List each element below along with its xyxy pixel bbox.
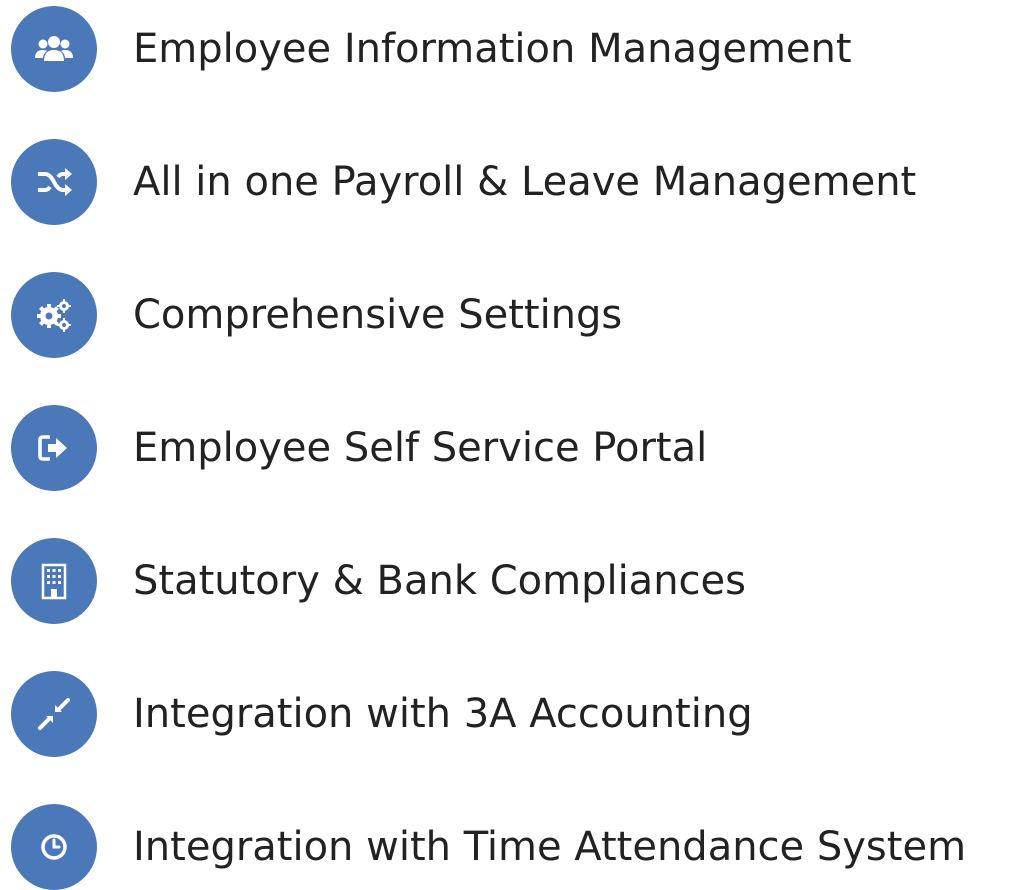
gears-icon [11,272,97,358]
feature-item-employee-information: Employee Information Management [11,6,852,92]
feature-label: Integration with 3A Accounting [133,691,753,737]
users-icon [11,6,97,92]
feature-label: Employee Information Management [133,26,852,72]
feature-item-statutory-bank: Statutory & Bank Compliances [11,538,746,624]
feature-label: Comprehensive Settings [133,292,623,338]
feature-label: Employee Self Service Portal [133,425,708,471]
feature-item-comprehensive-settings: Comprehensive Settings [11,272,622,358]
shuffle-icon [11,139,97,225]
feature-item-self-service-portal: Employee Self Service Portal [11,405,707,491]
building-icon [11,538,97,624]
sign-in-icon [11,405,97,491]
clock-icon [11,804,97,890]
feature-item-payroll-leave: All in one Payroll & Leave Management [11,139,916,225]
compress-icon [11,671,97,757]
feature-item-time-attendance: Integration with Time Attendance System [11,804,966,890]
feature-item-3a-accounting: Integration with 3A Accounting [11,671,753,757]
feature-label: All in one Payroll & Leave Management [133,159,917,205]
feature-list: Employee Information Management All in o… [0,0,1010,890]
feature-label: Statutory & Bank Compliances [133,558,746,604]
feature-label: Integration with Time Attendance System [133,824,967,870]
